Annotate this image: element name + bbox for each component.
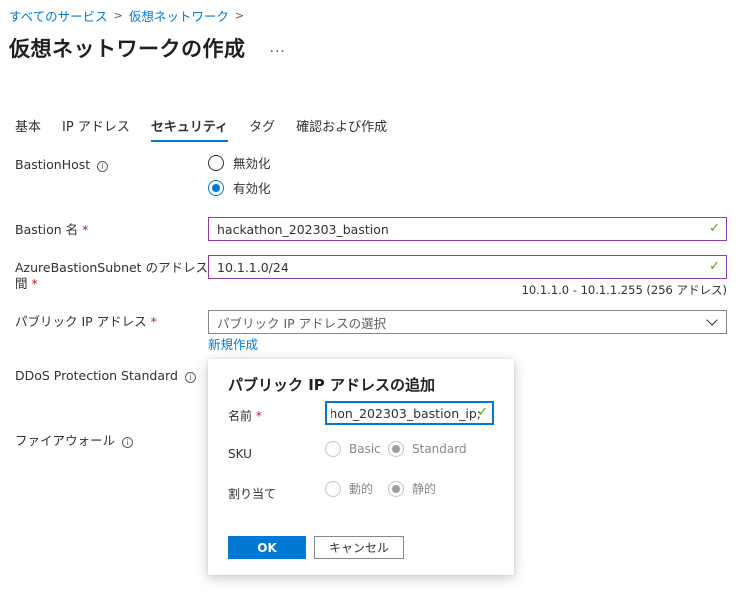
radio-icon[interactable]	[208, 154, 224, 171]
ddos-label-text: DDoS Protection Standard	[15, 368, 178, 383]
ddos-label: DDoS Protection Standard i	[15, 368, 196, 384]
breadcrumb-separator-icon: >	[113, 9, 123, 22]
subnet-address-value: 10.1.1.0/24	[217, 259, 289, 275]
subnet-range-text: 10.1.1.0 - 10.1.1.255 (256 アドレス)	[521, 283, 727, 297]
sku-basic-radio[interactable]: Basic	[325, 441, 381, 457]
checkmark-icon: ✓	[477, 405, 488, 420]
dialog-name-label: 名前 *	[228, 407, 262, 424]
bastion-host-label-text: BastionHost	[15, 157, 91, 172]
required-marker: *	[82, 222, 89, 237]
tab-security[interactable]: セキュリティ	[150, 116, 229, 142]
assign-static-radio[interactable]: 静的	[388, 480, 436, 497]
radio-checked-icon[interactable]	[208, 179, 224, 196]
subnet-label: AzureBastionSubnet のアドレス空 間 *	[15, 260, 221, 292]
ok-button[interactable]: OK	[228, 536, 306, 559]
assignment-label: 割り当て	[228, 487, 277, 501]
radio-icon[interactable]	[325, 480, 341, 497]
checkmark-icon: ✓	[709, 221, 720, 236]
tab-basics[interactable]: 基本	[15, 116, 41, 141]
info-icon[interactable]: i	[97, 161, 109, 172]
required-marker: *	[150, 314, 157, 329]
assign-static-label: 静的	[412, 482, 437, 496]
bastion-name-label-text: Bastion 名	[15, 222, 79, 237]
bastion-host-label: BastionHost i	[15, 157, 109, 173]
tab-ip-addresses[interactable]: IP アドレス	[62, 116, 130, 141]
assign-dynamic-radio[interactable]: 動的	[325, 480, 373, 497]
dialog-name-value: ;athon_202303_bastion_ip	[331, 405, 481, 421]
chevron-down-icon	[706, 314, 718, 326]
title-row: 仮想ネットワークの作成 ...	[9, 33, 286, 63]
create-new-link[interactable]: 新規作成	[208, 334, 258, 353]
public-ip-select[interactable]: パブリック IP アドレスの選択	[208, 310, 727, 334]
required-marker: *	[255, 409, 262, 423]
cancel-button[interactable]: キャンセル	[314, 536, 404, 559]
firewall-label-text: ファイアウォール	[15, 433, 116, 448]
tab-tags[interactable]: タグ	[249, 116, 275, 141]
more-options-icon[interactable]: ...	[270, 40, 286, 56]
sku-label: SKU	[228, 447, 252, 461]
required-marker: *	[31, 276, 38, 291]
public-ip-placeholder: パブリック IP アドレスの選択	[217, 315, 387, 331]
tab-review-create[interactable]: 確認および作成	[296, 116, 387, 141]
radio-checked-icon[interactable]	[388, 441, 404, 457]
bastion-disable-radio[interactable]: 無効化	[208, 153, 271, 172]
dialog-title: パブリック IP アドレスの追加	[228, 376, 436, 394]
sku-basic-label: Basic	[349, 442, 381, 456]
subnet-address-input[interactable]: 10.1.1.0/24 ✓	[208, 255, 727, 279]
assign-dynamic-label: 動的	[349, 482, 374, 496]
radio-icon[interactable]	[325, 441, 341, 457]
public-ip-label-text: パブリック IP アドレス	[15, 314, 147, 329]
bastion-enable-label: 有効化	[233, 181, 271, 196]
subnet-label-line2: 間	[15, 276, 28, 291]
page-title: 仮想ネットワークの作成	[9, 37, 246, 61]
info-icon[interactable]: i	[122, 437, 134, 448]
dialog-name-input[interactable]: ;athon_202303_bastion_ip ✓	[325, 401, 494, 425]
bastion-name-input[interactable]: hackathon_202303_bastion ✓	[208, 217, 727, 241]
public-ip-label: パブリック IP アドレス *	[15, 314, 157, 330]
bastion-name-value: hackathon_202303_bastion	[217, 221, 389, 237]
sku-standard-radio[interactable]: Standard	[388, 441, 467, 457]
dialog-name-label-text: 名前	[228, 409, 253, 423]
radio-checked-icon[interactable]	[388, 480, 404, 497]
breadcrumb-virtual-networks[interactable]: 仮想ネットワーク	[129, 6, 229, 25]
firewall-label: ファイアウォール i	[15, 433, 134, 449]
bastion-enable-radio[interactable]: 有効化	[208, 178, 271, 197]
tab-bar: 基本 IP アドレス セキュリティ タグ 確認および作成	[15, 116, 408, 142]
add-public-ip-dialog: パブリック IP アドレスの追加 名前 * ;athon_202303_bast…	[208, 359, 514, 575]
breadcrumb-all-services[interactable]: すべてのサービス	[9, 6, 108, 25]
breadcrumb: すべてのサービス > 仮想ネットワーク >	[9, 6, 250, 25]
bastion-disable-label: 無効化	[233, 156, 271, 171]
info-icon[interactable]: i	[184, 372, 196, 383]
breadcrumb-separator-icon: >	[234, 9, 245, 22]
bastion-name-label: Bastion 名 *	[15, 222, 88, 238]
checkmark-icon: ✓	[709, 259, 720, 274]
subnet-label-line1: AzureBastionSubnet のアドレス空	[15, 260, 221, 275]
sku-standard-label: Standard	[412, 442, 467, 456]
